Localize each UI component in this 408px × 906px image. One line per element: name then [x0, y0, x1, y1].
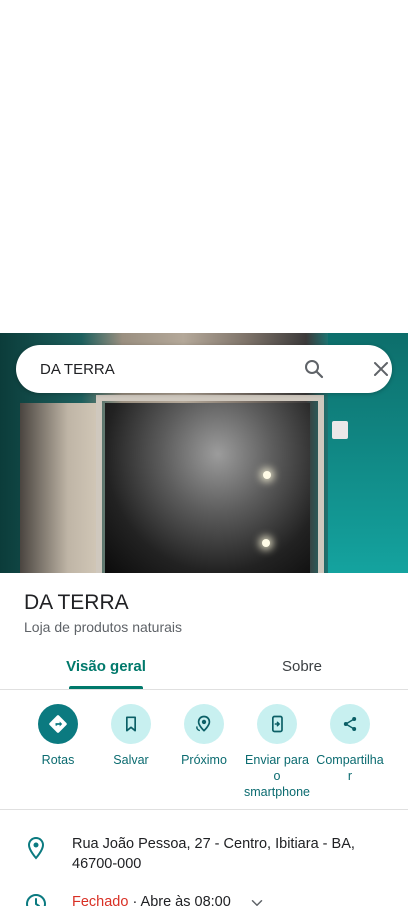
hours-next-open: · Abre às 08:00: [128, 894, 231, 906]
share-label: Compartilha r: [316, 753, 384, 783]
send-to-phone-button[interactable]: Enviar para o smartphone: [239, 704, 315, 800]
send-to-phone-label: Enviar para o smartphone: [243, 753, 310, 799]
chevron-down-icon[interactable]: [248, 894, 266, 906]
address-line-2: 46700-000: [72, 856, 142, 872]
nearby-label: Próximo: [181, 753, 227, 767]
bookmark-icon: [111, 704, 151, 744]
close-icon[interactable]: [369, 357, 393, 381]
location-pin-icon: [24, 836, 48, 860]
nearby-icon: [184, 704, 224, 744]
share-button[interactable]: Compartilha r: [312, 704, 388, 784]
map-blank-area: [0, 0, 408, 333]
share-icon: [330, 704, 370, 744]
clock-icon: [24, 892, 48, 906]
tab-about[interactable]: Sobre: [250, 658, 354, 675]
directions-button[interactable]: Rotas: [20, 704, 96, 768]
hours-text: Fechado · Abre às 08:00: [72, 892, 231, 906]
search-input[interactable]: DA TERRA: [40, 361, 115, 378]
nearby-button[interactable]: Próximo: [166, 704, 242, 768]
search-box[interactable]: DA TERRA: [16, 345, 392, 393]
tab-overview[interactable]: Visão geral: [54, 658, 158, 675]
hours-status: Fechado: [72, 894, 129, 906]
directions-label: Rotas: [41, 753, 75, 767]
place-title: DA TERRA: [24, 591, 129, 614]
save-label: Salvar: [113, 753, 149, 767]
directions-icon: [38, 704, 78, 744]
send-to-phone-icon: [257, 704, 297, 744]
tab-bar: Visão geral Sobre: [0, 650, 408, 690]
search-icon[interactable]: [302, 357, 326, 381]
save-button[interactable]: Salvar: [93, 704, 169, 768]
address-line-1: Rua João Pessoa, 27 - Centro, Ibitiara -…: [72, 836, 355, 852]
place-category: Loja de produtos naturais: [24, 619, 182, 635]
active-tab-indicator: [69, 686, 143, 689]
action-buttons-row: Rotas Salvar Próximo Enviar para o smart…: [0, 704, 408, 810]
